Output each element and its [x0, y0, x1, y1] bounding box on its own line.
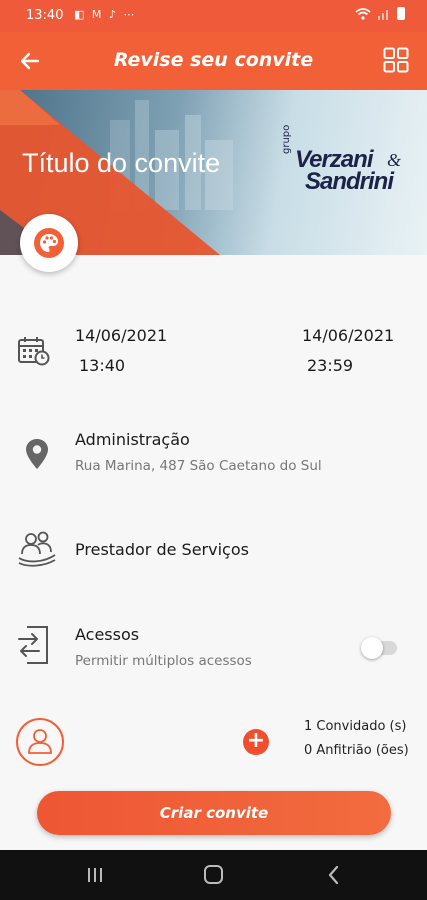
add-guest-button[interactable]: + [243, 729, 269, 755]
start-date[interactable]: 14/06/2021 [75, 326, 167, 345]
access-subtitle: Permitir múltiplos acessos [75, 653, 252, 669]
system-status-icons [355, 7, 405, 20]
app-bar: Revise seu convite [0, 32, 427, 90]
grid-menu-icon[interactable] [383, 47, 409, 73]
service-provider-icon [18, 531, 56, 567]
recent-apps-icon[interactable] [87, 867, 103, 883]
wifi-icon [355, 7, 371, 20]
signal-icon [378, 9, 388, 20]
toggle-knob [361, 637, 383, 659]
location-name[interactable]: Administração [75, 430, 190, 449]
guests-count: 1 Convidado (s) [304, 719, 407, 734]
page-title: Revise seu convite [113, 49, 314, 71]
location-address: Rua Marina, 487 São Caetano do Sul [75, 458, 322, 474]
hosts-count: 0 Anfitrião (ões) [304, 743, 409, 758]
status-bar: 13:40 ◧ M ♪ ⋯ [0, 0, 427, 32]
battery-icon [397, 7, 405, 20]
status-time: 13:40 [26, 8, 64, 23]
company-logo: grupo Verzani & Sandrini [281, 125, 403, 196]
invite-title: Título do convite [22, 148, 221, 178]
end-date[interactable]: 14/06/2021 [302, 326, 394, 345]
system-nav-bar [0, 850, 427, 900]
access-title: Acessos [75, 625, 140, 644]
guest-avatar[interactable] [16, 718, 64, 766]
notification-icons: ◧ M ♪ ⋯ [74, 8, 137, 21]
logo-line2: Sandrini [305, 168, 394, 195]
end-time[interactable]: 23:59 [307, 356, 353, 375]
home-icon[interactable] [204, 865, 223, 884]
logo-grupo-text: grupo [281, 124, 292, 154]
calendar-clock-icon [18, 337, 50, 366]
nav-back-icon[interactable] [324, 864, 344, 886]
theme-palette-button[interactable] [20, 214, 78, 272]
access-door-icon [18, 626, 48, 664]
person-icon [28, 729, 52, 754]
create-invite-button[interactable]: Criar convite [37, 791, 391, 835]
palette-icon [34, 228, 64, 258]
start-time[interactable]: 13:40 [79, 356, 125, 375]
location-pin-icon [26, 439, 48, 469]
visitor-type-label[interactable]: Prestador de Serviços [75, 540, 249, 559]
multiple-access-toggle[interactable] [361, 637, 399, 659]
